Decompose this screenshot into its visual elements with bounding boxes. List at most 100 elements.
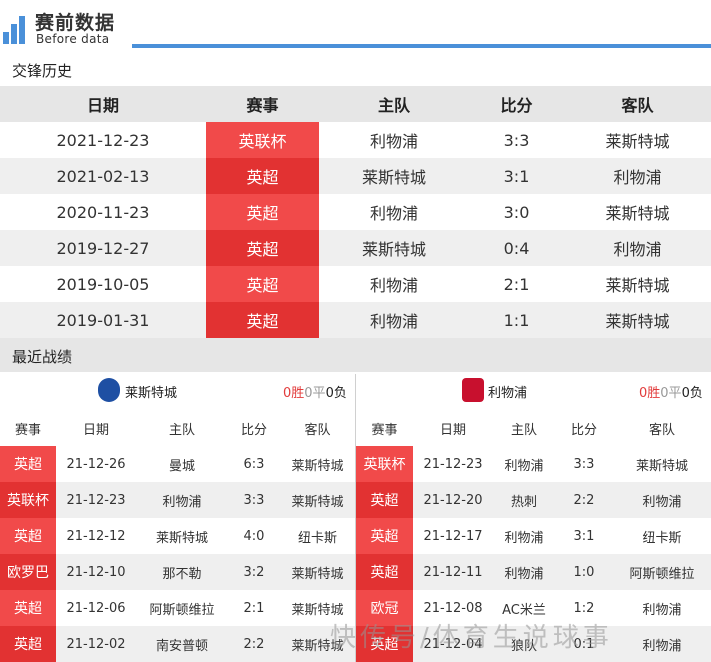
col-score: 比分 <box>228 410 280 446</box>
wins: 0胜 <box>639 386 661 401</box>
table-row: 英超 21-12-17 利物浦 3:1 纽卡斯 <box>356 518 711 554</box>
away-team: 纽卡斯 <box>297 530 337 546</box>
table-row: 欧冠 21-12-08 AC米兰 1:2 利物浦 <box>356 590 711 626</box>
table-row: 2020-11-23 英超 利物浦 3:0 莱斯特城 <box>0 194 711 230</box>
match-date: 21-12-26 <box>66 456 126 472</box>
match-date: 21-12-10 <box>56 554 136 590</box>
h2h-header-row: 日期 赛事 主队 比分 客队 <box>0 86 711 122</box>
table-row: 英超 21-12-04 狼队 0:1 利物浦 <box>356 626 711 662</box>
match-score: 3:2 <box>228 554 280 590</box>
team-record: 0胜0平0负 <box>283 382 347 401</box>
competition-badge: 英超 <box>206 266 319 302</box>
liverpool-crest-icon <box>462 378 484 402</box>
away-team: 莱斯特城 <box>605 276 670 295</box>
match-score: 0:4 <box>469 230 564 266</box>
team-name: 莱斯特城 <box>125 386 178 401</box>
competition-badge: 英联杯 <box>0 482 56 518</box>
away-team: 利物浦 <box>613 626 711 662</box>
competition-badge: 英超 <box>356 554 413 590</box>
away-team: 利物浦 <box>642 602 682 618</box>
losses: 0负 <box>681 386 703 401</box>
table-row: 英超 21-12-12 莱斯特城 4:0 纽卡斯 <box>0 518 355 554</box>
table-row: 欧罗巴 21-12-10 那不勒 3:2 莱斯特城 <box>0 554 355 590</box>
away-team: 阿斯顿维拉 <box>613 554 711 590</box>
team-record: 0胜0平0负 <box>639 382 703 401</box>
competition-badge: 英超 <box>0 518 56 554</box>
table-row: 英超 21-12-06 阿斯顿维拉 2:1 莱斯特城 <box>0 590 355 626</box>
match-score: 3:3 <box>228 482 280 518</box>
wins: 0胜 <box>283 386 305 401</box>
match-score: 4:0 <box>243 528 265 544</box>
liverpool-recent-table: 赛事 日期 主队 比分 客队 英联杯 21-12-23 利物浦 3:3 莱斯特城 英超 21… <box>356 410 711 662</box>
match-date: 21-12-20 <box>413 482 493 518</box>
page-header: 赛前数据 Before data <box>0 0 711 56</box>
match-score: 2:2 <box>228 626 280 662</box>
match-date: 2019-12-27 <box>0 230 206 266</box>
match-date: 21-12-23 <box>56 482 136 518</box>
col-home: 主队 <box>136 410 228 446</box>
match-date: 21-12-23 <box>423 456 483 472</box>
home-team: 利物浦 <box>493 554 555 590</box>
competition-badge: 欧罗巴 <box>0 554 56 590</box>
match-score: 3:3 <box>573 456 595 472</box>
draws: 0平 <box>660 386 682 401</box>
home-team: 莱斯特城 <box>319 230 469 266</box>
col-competition: 赛事 <box>356 410 413 446</box>
match-score: 2:1 <box>243 600 265 616</box>
away-team: 利物浦 <box>564 230 711 266</box>
recent-header-row: 赛事 日期 主队 比分 客队 <box>356 410 711 446</box>
away-team: 莱斯特城 <box>635 458 688 474</box>
col-competition: 赛事 <box>206 86 319 122</box>
competition-badge: 英超 <box>0 626 56 662</box>
home-team: 利物浦 <box>369 132 418 151</box>
col-date: 日期 <box>0 86 206 122</box>
col-date: 日期 <box>413 410 493 446</box>
table-row: 2021-12-23 英联杯 利物浦 3:3 莱斯特城 <box>0 122 711 158</box>
home-team: AC米兰 <box>502 602 546 618</box>
leicester-recent-table: 赛事 日期 主队 比分 客队 英超 21-12-26 曼城 6:3 莱斯特城 英联杯 21-… <box>0 410 355 662</box>
match-score: 3:3 <box>503 130 530 150</box>
match-date: 21-12-04 <box>413 626 493 662</box>
recent-header-row: 赛事 日期 主队 比分 客队 <box>0 410 355 446</box>
away-team: 莱斯特城 <box>291 458 344 474</box>
col-away: 客队 <box>280 410 355 446</box>
col-away: 客队 <box>564 86 711 122</box>
home-team: 利物浦 <box>136 482 228 518</box>
match-date: 2019-01-31 <box>0 302 206 338</box>
match-date: 21-12-06 <box>66 600 126 616</box>
match-score: 3:1 <box>573 528 595 544</box>
competition-badge: 英联杯 <box>356 446 413 482</box>
h2h-section-label: 交锋历史 <box>12 62 73 80</box>
team-header-liverpool: 利物浦 0胜0平0负 <box>356 374 711 408</box>
table-row: 2019-01-31 英超 利物浦 1:1 莱斯特城 <box>0 302 711 338</box>
match-score: 6:3 <box>243 456 265 472</box>
page-title: 赛前数据 <box>35 12 116 34</box>
away-team: 莱斯特城 <box>280 626 355 662</box>
team-name: 利物浦 <box>488 386 528 401</box>
home-team: 南安普顿 <box>136 626 228 662</box>
away-team: 莱斯特城 <box>564 302 711 338</box>
home-team: 利物浦 <box>504 458 544 474</box>
match-score: 2:1 <box>503 274 530 294</box>
away-team: 莱斯特城 <box>280 482 355 518</box>
match-date: 21-12-02 <box>56 626 136 662</box>
col-home: 主队 <box>319 86 469 122</box>
match-score: 0:1 <box>555 626 613 662</box>
competition-badge: 欧冠 <box>356 590 413 626</box>
match-date: 2019-10-05 <box>56 274 150 294</box>
home-team: 利物浦 <box>504 530 544 546</box>
col-date: 日期 <box>56 410 136 446</box>
home-team: 莱斯特城 <box>155 530 208 546</box>
away-team: 纽卡斯 <box>642 530 682 546</box>
competition-badge: 英超 <box>206 230 319 266</box>
table-row: 2019-12-27 英超 莱斯特城 0:4 利物浦 <box>0 230 711 266</box>
match-date: 21-12-08 <box>423 600 483 616</box>
table-row: 英超 21-12-26 曼城 6:3 莱斯特城 <box>0 446 355 482</box>
table-row: 英超 21-12-02 南安普顿 2:2 莱斯特城 <box>0 626 355 662</box>
away-team: 莱斯特城 <box>605 204 670 223</box>
competition-badge: 英超 <box>206 194 319 230</box>
page-subtitle: Before data <box>36 32 110 46</box>
col-home: 主队 <box>493 410 555 446</box>
away-team: 莱斯特城 <box>280 554 355 590</box>
match-score: 3:0 <box>503 202 530 222</box>
